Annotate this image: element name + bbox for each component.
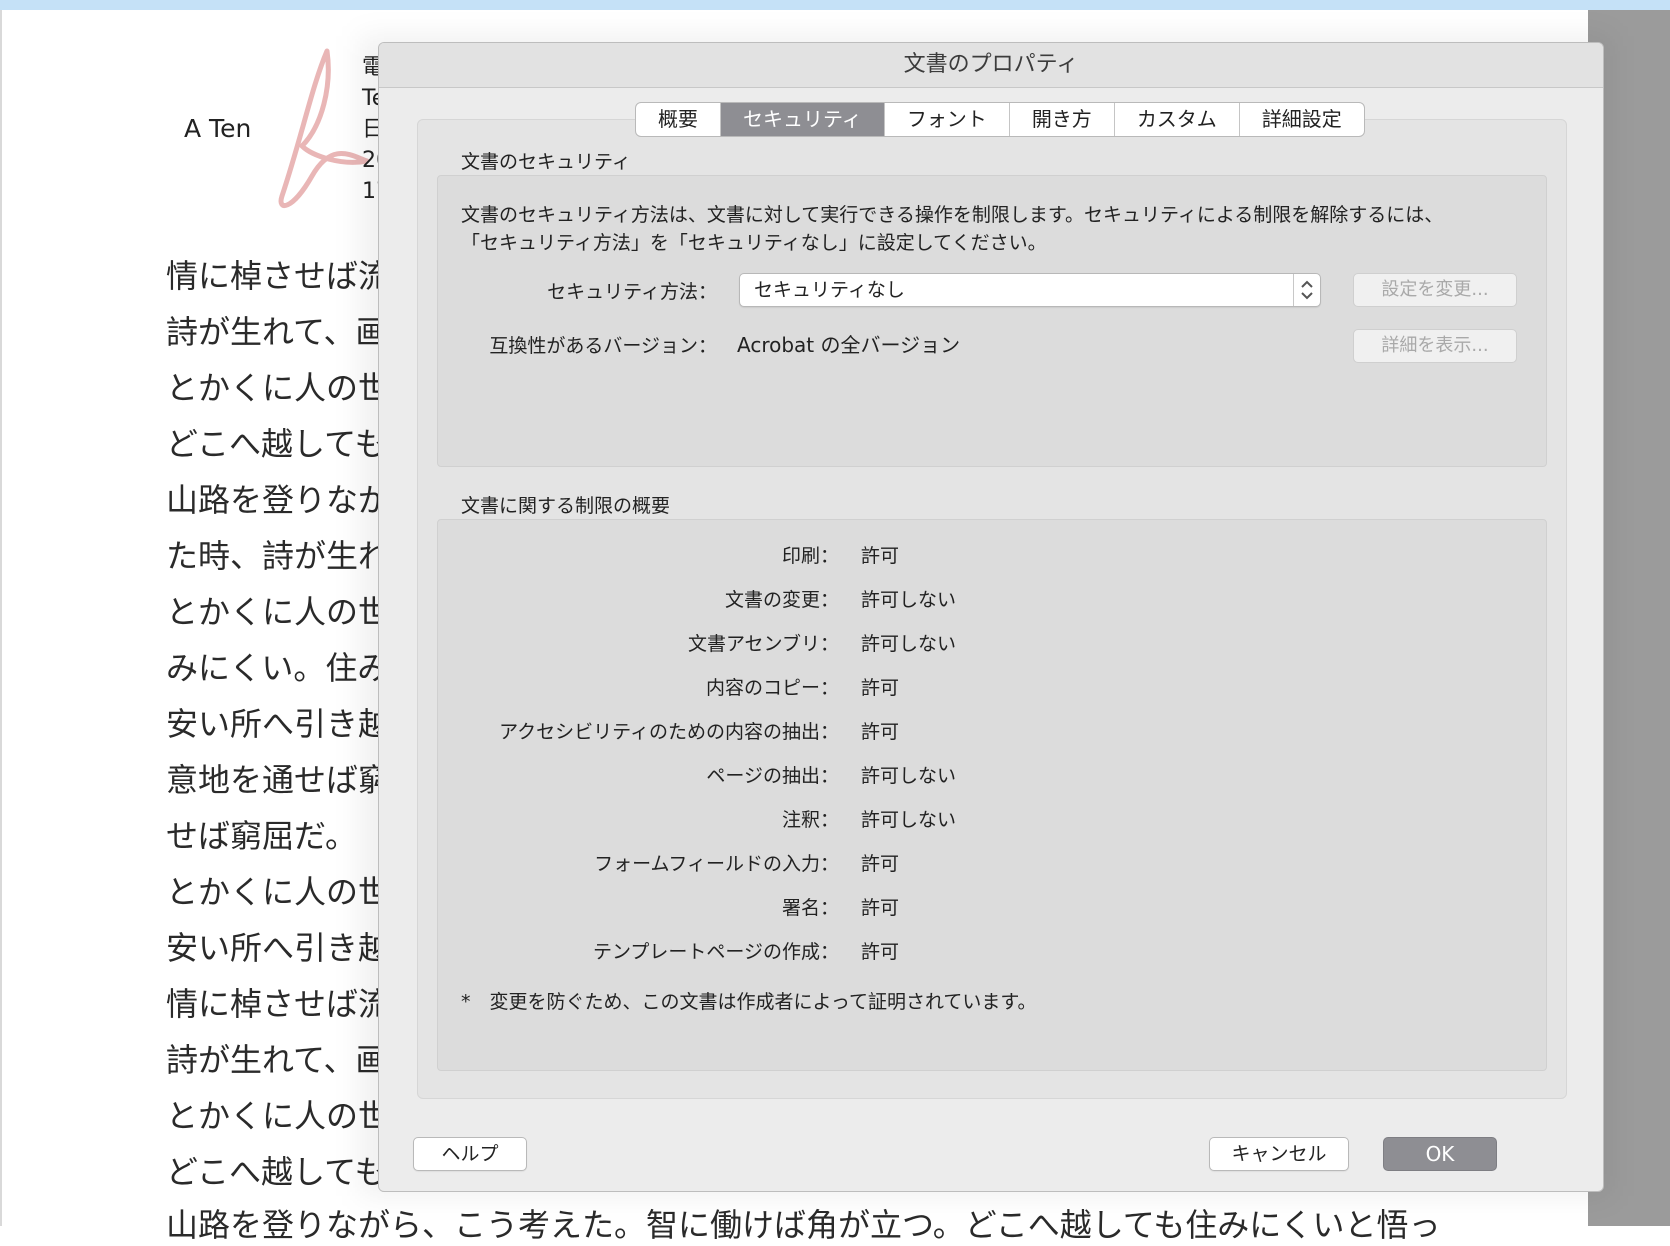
body-line: みにくい。住み <box>166 649 390 687</box>
tab-initial-view[interactable]: 開き方 <box>1010 103 1115 136</box>
document-last-line: 山路を登りながら、こう考えた。智に働けば角が立つ。どこへ越しても住みにくいと悟っ <box>166 1206 1441 1244</box>
body-line: 安い所へ引き越 <box>166 705 391 743</box>
restriction-label: 署名： <box>781 897 839 919</box>
body-line: せば窮屈だ。 <box>166 817 358 855</box>
restriction-value: 許可しない <box>861 765 957 787</box>
security-description: 文書のセキュリティ方法は、文書に対して実行できる操作を制限します。セキュリティに… <box>461 201 1561 257</box>
body-line: どこへ越しても <box>166 1153 387 1191</box>
restriction-label: フォームフィールドの入力： <box>594 853 839 875</box>
body-line: た時、詩が生れ <box>166 537 391 575</box>
restriction-label: 文書アセンブリ： <box>687 633 839 655</box>
tab-security[interactable]: セキュリティ <box>721 103 885 136</box>
restriction-value: 許可 <box>861 897 900 919</box>
tab-fonts[interactable]: フォント <box>885 103 1010 136</box>
security-method-value: セキュリティなし <box>754 279 905 301</box>
restriction-value: 許可しない <box>861 589 957 611</box>
body-line: とかくに人の世 <box>166 1097 391 1135</box>
body-line: とかくに人の世 <box>166 873 391 911</box>
restriction-value: 許可 <box>861 721 900 743</box>
tab-custom[interactable]: カスタム <box>1115 103 1240 136</box>
document-header-name: A Ten <box>184 114 252 143</box>
body-line: とかくに人の世 <box>166 593 391 631</box>
security-method-label: セキュリティ方法： <box>547 281 717 303</box>
restriction-label: 文書の変更： <box>724 589 839 611</box>
tab-summary[interactable]: 概要 <box>636 103 721 136</box>
security-description-line-1: 文書のセキュリティ方法は、文書に対して実行できる操作を制限します。セキュリティに… <box>461 204 1444 226</box>
compat-version-label: 互換性があるバージョン： <box>489 335 717 357</box>
document-properties-dialog: 文書のプロパティ 概要 セキュリティ フォント 開き方 カスタム 詳細設定 文書… <box>378 42 1604 1192</box>
body-line: 山路を登りなが <box>166 481 391 519</box>
compat-version-value: Acrobat の全バージョン <box>737 333 961 357</box>
help-button[interactable]: ヘルプ <box>413 1137 527 1171</box>
show-details-button[interactable]: 詳細を表示... <box>1353 329 1517 363</box>
restriction-value: 許可しない <box>861 809 957 831</box>
tab-bar: 概要 セキュリティ フォント 開き方 カスタム 詳細設定 <box>635 102 1365 137</box>
certification-footnote: * 変更を防ぐため、この文書は作成者によって証明されています。 <box>461 991 1037 1013</box>
restriction-label: ページの抽出： <box>706 765 839 787</box>
dialog-title: 文書のプロパティ <box>379 43 1603 88</box>
ok-button[interactable]: OK <box>1383 1137 1497 1171</box>
body-line: 情に棹させば流 <box>166 257 391 295</box>
body-line: 意地を通せば窮 <box>166 761 391 799</box>
restriction-label: 印刷： <box>781 545 839 567</box>
restriction-value: 許可しない <box>861 633 957 655</box>
restriction-label: テンプレートページの作成： <box>592 941 839 963</box>
document-body-text: 情に棹させば流 詩が生れて、画 とかくに人の世 どこへ越しても 山路を登りなが … <box>166 248 390 1200</box>
window-top-strip <box>0 0 1670 10</box>
body-line: 詩が生れて、画 <box>166 313 388 351</box>
restriction-value: 許可 <box>861 677 900 699</box>
body-line: 詩が生れて、画 <box>166 1041 388 1079</box>
body-line: とかくに人の世 <box>166 369 391 407</box>
cancel-button[interactable]: キャンセル <box>1209 1137 1349 1171</box>
restriction-label: 注釈： <box>781 809 839 831</box>
security-description-line-2: 「セキュリティ方法」を「セキュリティなし」に設定してください。 <box>461 232 1047 254</box>
chevron-updown-icon <box>1293 274 1320 306</box>
restriction-label: アクセシビリティのための内容の抽出： <box>499 721 839 743</box>
change-settings-button[interactable]: 設定を変更... <box>1353 273 1517 307</box>
security-section-title: 文書のセキュリティ <box>461 151 631 173</box>
restriction-value: 許可 <box>861 853 900 875</box>
body-line: どこへ越しても <box>166 425 387 463</box>
restrictions-section-title: 文書に関する制限の概要 <box>461 495 671 517</box>
body-line: 安い所へ引き越 <box>166 929 391 967</box>
security-method-select[interactable]: セキュリティなし <box>739 273 1321 307</box>
tab-advanced[interactable]: 詳細設定 <box>1240 103 1364 136</box>
restriction-value: 許可 <box>861 545 900 567</box>
restriction-label: 内容のコピー： <box>705 677 839 699</box>
body-line: 情に棹させば流 <box>166 985 391 1023</box>
restriction-value: 許可 <box>861 941 900 963</box>
